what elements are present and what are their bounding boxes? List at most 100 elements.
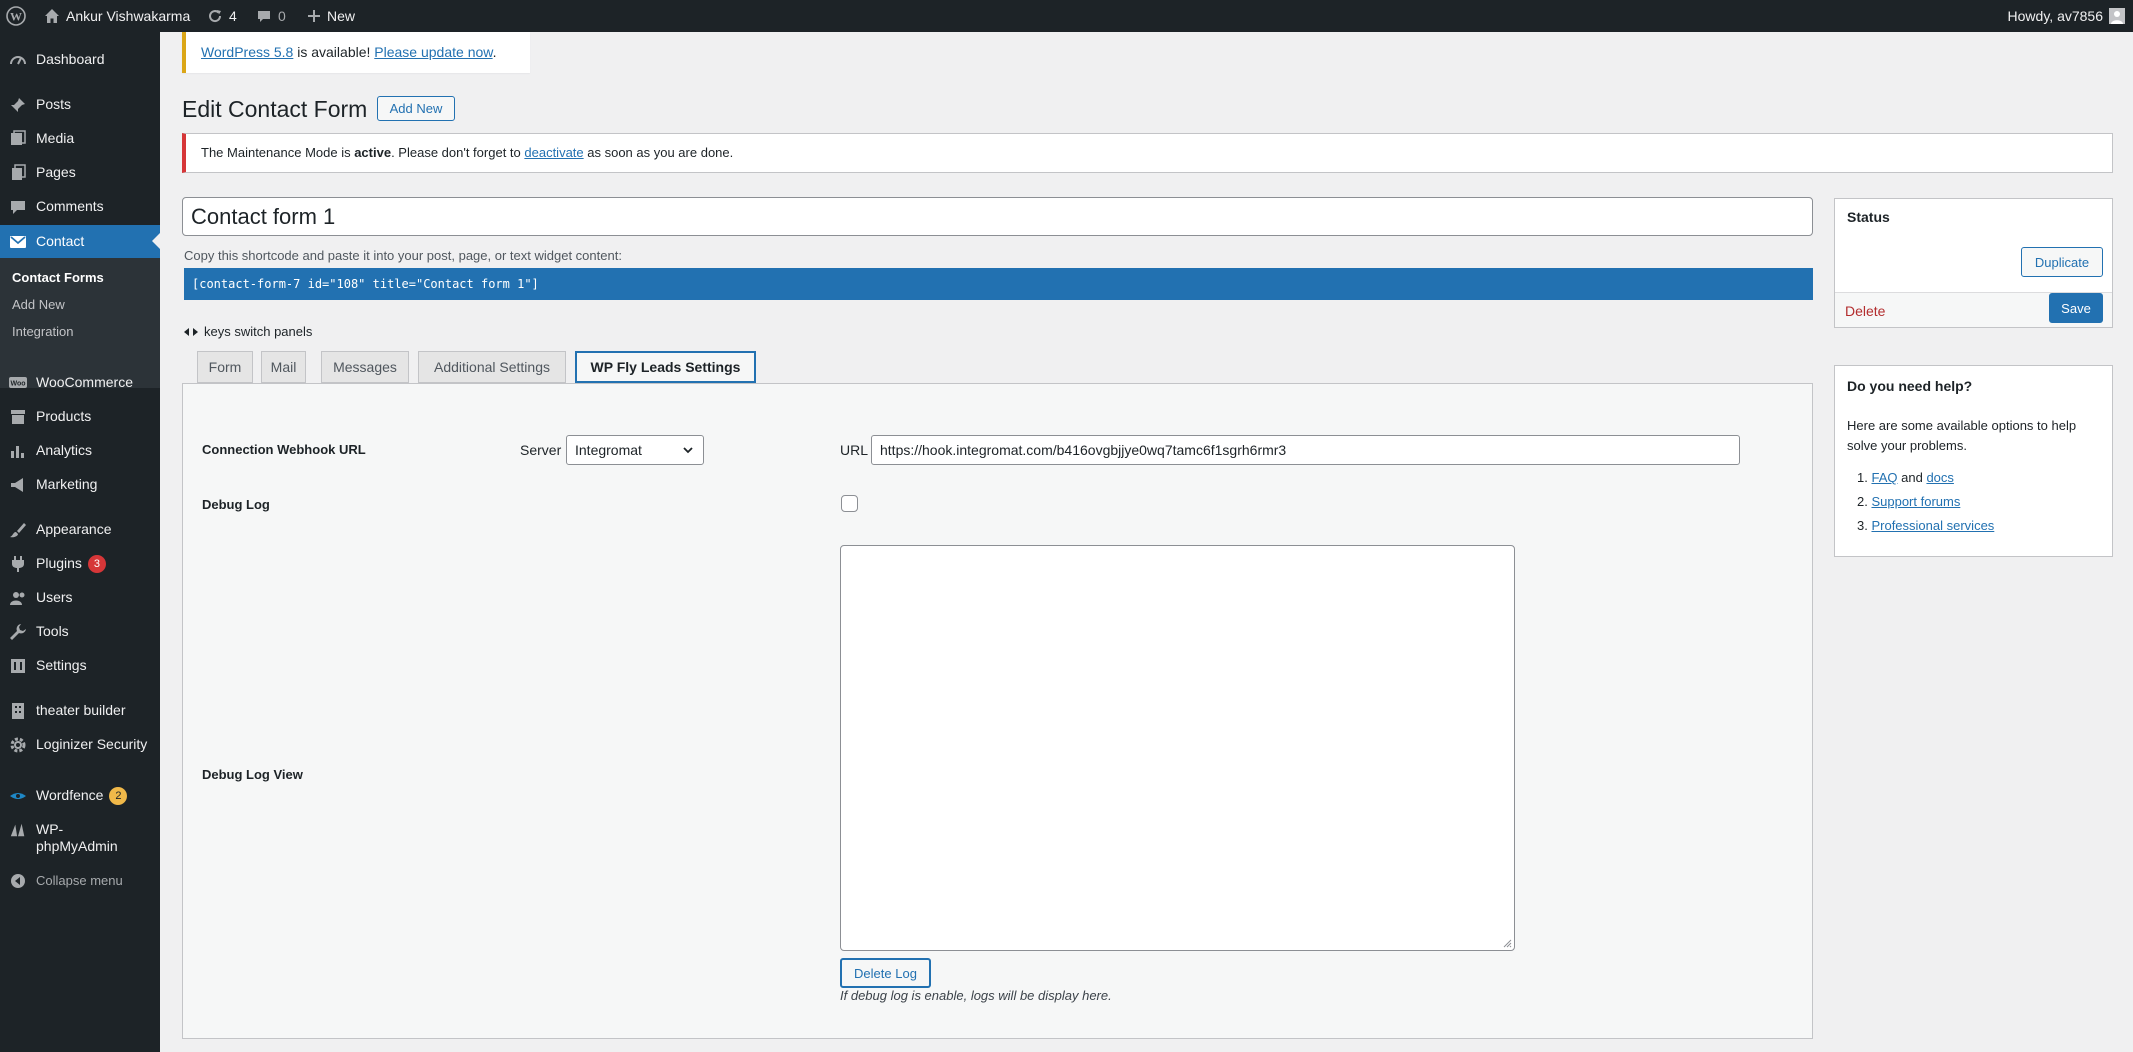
resize-grip-icon[interactable] [1503,939,1512,948]
comments-icon [9,198,27,216]
status-actions: Delete Save [1835,292,2112,327]
pages-icon [9,164,27,182]
help-postbox: Do you need help? Here are some availabl… [1834,365,2113,557]
wrench-icon [9,623,27,641]
plugins-update-badge: 3 [87,555,106,574]
svg-text:Woo: Woo [10,381,25,388]
comments-count: 0 [278,8,286,24]
tab-wp-fly-leads-settings[interactable]: WP Fly Leads Settings [575,351,756,383]
plus-icon [308,10,320,22]
form-title-input[interactable] [182,197,1813,236]
support-forums-link[interactable]: Support forums [1871,494,1960,509]
my-account-link[interactable]: Howdy, av7856 [2008,0,2125,32]
sidebar-item-contact[interactable]: Contact [0,225,160,258]
settings-sliders-icon [9,657,27,675]
wordpress-logo-icon[interactable]: W [6,0,26,32]
submenu-contact-forms[interactable]: Contact Forms [12,270,104,285]
comments-link[interactable]: 0 [256,0,286,32]
debug-log-label: Debug Log [202,497,270,512]
update-now-link[interactable]: Please update now [374,44,492,60]
wordfence-badge: 2 [109,787,128,806]
gear-icon [9,736,27,754]
sidebar-label-phpmyadmin: WP-phpMyAdmin [36,821,118,854]
site-name: Ankur Vishwakarma [66,8,191,24]
professional-services-link[interactable]: Professional services [1871,518,1994,533]
delete-link[interactable]: Delete [1845,303,1885,319]
sidebar-label-products: Products [36,408,92,424]
admin-sidebar: Dashboard Posts Media Pages Comments Con… [0,32,160,1052]
debug-help-text: If debug log is enable, logs will be dis… [840,988,1112,1003]
contact-submenu: Contact Forms Add New Integration [0,258,160,388]
sidebar-label-media: Media [36,130,75,146]
docs-link[interactable]: docs [1926,470,1953,485]
chevron-down-icon [683,447,693,454]
tab-additional-settings[interactable]: Additional Settings [418,351,566,383]
sidebar-label-posts: Posts [36,96,72,112]
sidebar-label-users: Users [36,589,73,605]
collapse-menu-label: Collapse menu [36,873,123,888]
delete-log-button[interactable]: Delete Log [840,958,931,988]
bar-chart-icon [9,442,27,460]
dashboard-icon [9,51,27,69]
maint-text-2: . Please don't forget to [391,145,525,160]
submenu-integration[interactable]: Integration [12,324,73,339]
maint-text-3: as soon as you are done. [583,145,734,160]
keys-hint: keys switch panels [184,324,312,339]
media-icon [9,130,27,148]
keys-hint-text: keys switch panels [204,324,313,339]
sidebar-label-loginizer: Loginizer Security [36,736,148,752]
maintenance-notice: The Maintenance Mode is active. Please d… [182,133,2113,173]
add-new-button[interactable]: Add New [377,96,455,121]
deactivate-link[interactable]: deactivate [524,145,583,160]
sidebar-label-marketing: Marketing [36,476,98,492]
building-icon [9,702,27,720]
update-notice-end: . [492,44,497,60]
sidebar-label-theater-builder: theater builder [36,702,126,718]
debug-log-view-label: Debug Log View [202,767,303,782]
debug-log-checkbox[interactable] [841,495,858,512]
status-postbox: Status Duplicate Delete Save [1834,198,2113,328]
help-title: Do you need help? [1847,378,1973,394]
duplicate-button[interactable]: Duplicate [2021,247,2103,277]
new-label: New [327,8,356,24]
update-notice: WordPress 5.8 is available! Please updat… [182,32,530,73]
server-select[interactable]: Integromat [566,435,704,465]
pin-icon [9,96,27,114]
webhook-url-input[interactable] [871,435,1740,465]
phpmyadmin-icon [9,821,27,839]
users-icon [9,589,27,607]
update-notice-text: is available! [293,44,375,60]
maint-active-text: active [354,145,392,160]
current-menu-arrow [152,233,160,249]
new-content-link[interactable]: New [307,0,355,32]
webhook-url-label: Connection Webhook URL [202,442,366,457]
sidebar-label-pages: Pages [36,164,76,180]
maint-text-1: The Maintenance Mode is [201,145,355,160]
tab-form[interactable]: Form [197,351,253,383]
sidebar-label-comments: Comments [36,198,104,214]
sidebar-label-appearance: Appearance [36,521,112,537]
faq-link[interactable]: FAQ [1871,470,1897,485]
envelope-icon [9,233,27,251]
submenu-add-new[interactable]: Add New [12,297,65,312]
arrow-keys-icon [184,327,198,336]
server-selected-value: Integromat [575,442,642,458]
help-list: 1. FAQ and docs 2. Support forums 3. Pro… [1857,466,1994,538]
page-title: Edit Contact Form [182,96,368,122]
help-list-item-3: 3. Professional services [1857,518,1995,533]
debug-log-textarea[interactable] [840,545,1515,951]
sidebar-label-woocommerce: WooCommerce [36,374,133,390]
save-button[interactable]: Save [2049,293,2103,323]
wordpress-version-link[interactable]: WordPress 5.8 [201,44,293,60]
updates-link[interactable]: 4 [207,0,237,32]
plug-icon [9,555,27,573]
site-name-link[interactable]: Ankur Vishwakarma [44,0,190,32]
tab-mail[interactable]: Mail [261,351,306,383]
home-icon [45,9,59,23]
updates-count: 4 [229,8,237,24]
tab-messages[interactable]: Messages [321,351,409,383]
server-label: Server [520,442,562,458]
shortcode-text[interactable]: [contact-form-7 id="108" title="Contact … [184,268,1813,300]
help-list-item-2: 2. Support forums [1857,494,1961,509]
sidebar-label-analytics: Analytics [36,442,93,458]
